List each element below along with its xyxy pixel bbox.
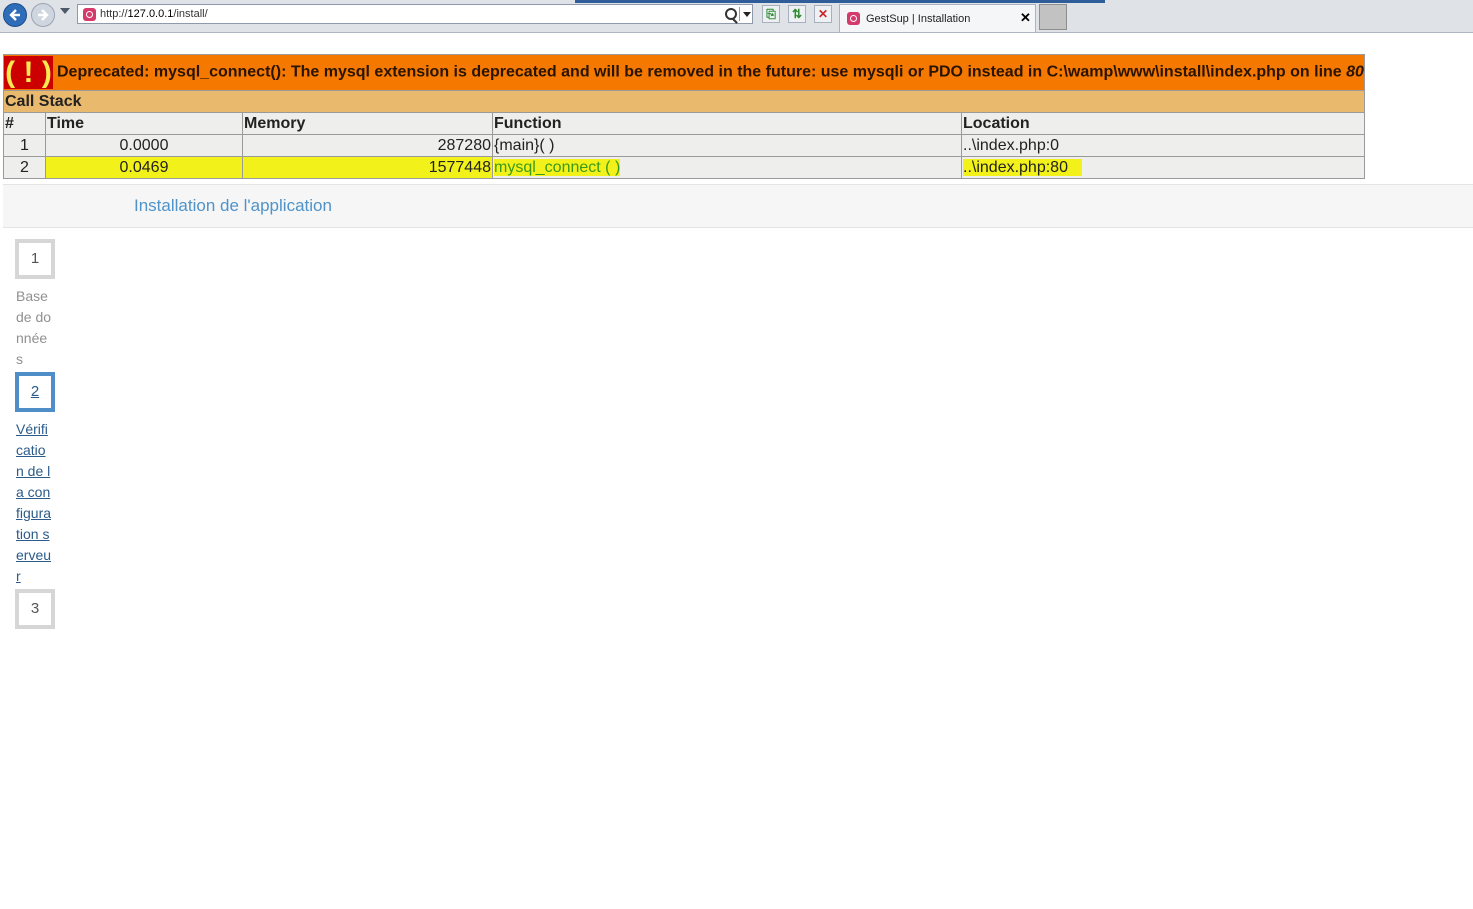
error-message: Deprecated: mysql_connect(): The mysql e…: [57, 63, 1364, 81]
url-text: http://127.0.0.1/install/: [100, 8, 208, 20]
window-border: [575, 0, 1105, 3]
compatibility-view-icon[interactable]: ⎘: [762, 5, 780, 23]
location-path: ..\index.php:80: [963, 158, 1082, 176]
function-name: mysql_connect ( ): [494, 158, 621, 176]
forward-arrow-icon: [38, 9, 49, 21]
row-location: ..\index.php:80: [961, 156, 1365, 179]
column-header-function: Function: [492, 112, 962, 135]
back-button[interactable]: [3, 3, 27, 27]
row-location: ..\index.php:0: [961, 134, 1365, 157]
call-stack-heading-row: Call Stack: [3, 90, 1365, 113]
column-header-time: Time: [45, 112, 243, 135]
tab-title: GestSup | Installation: [866, 13, 971, 25]
error-icon: ( ! ): [4, 56, 53, 89]
xdebug-error-table: ( ! ) Deprecated: mysql_connect(): The my…: [3, 54, 1365, 179]
column-header-location: Location: [961, 112, 1365, 135]
step-3-number: 3: [15, 589, 55, 629]
column-header-number: #: [3, 112, 46, 135]
call-stack-heading: Call Stack: [3, 90, 1365, 113]
site-favicon-icon: [83, 8, 96, 21]
address-bar[interactable]: http://127.0.0.1/install/: [77, 4, 753, 24]
back-arrow-icon: [9, 9, 20, 21]
refresh-icon[interactable]: ⇅: [788, 5, 806, 23]
row-memory: 1577448: [242, 156, 493, 179]
page-title: Installation de l'application: [134, 196, 332, 215]
row-time: 0.0000: [45, 134, 243, 157]
tab-favicon-icon: [847, 12, 860, 25]
step-2-label[interactable]: Vérification de la configuration serveur: [15, 415, 55, 589]
column-header-memory: Memory: [242, 112, 493, 135]
step-2-number[interactable]: 2: [15, 372, 55, 412]
row-memory: 287280: [242, 134, 493, 157]
step-1-label: Base de données: [16, 288, 52, 367]
call-stack-header-row: # Time Memory Function Location: [3, 112, 1365, 135]
history-dropdown-icon[interactable]: [60, 8, 70, 14]
row-time: 0.0469: [45, 156, 243, 179]
stop-icon[interactable]: ✕: [814, 5, 832, 23]
row-function: {main}( ): [492, 134, 962, 157]
search-icon[interactable]: [725, 8, 737, 20]
address-dropdown-icon[interactable]: [739, 7, 753, 21]
row-number: 1: [3, 134, 46, 157]
step-1-number: 1: [15, 239, 55, 279]
forward-button[interactable]: [31, 3, 55, 27]
page-header: Installation de l'application: [3, 184, 1473, 228]
row-number: 2: [3, 156, 46, 179]
new-tab-button[interactable]: [1039, 4, 1067, 30]
install-steps: 1 Base de données 2 Vérification de la c…: [15, 239, 55, 629]
table-row: 1 0.0000 287280 {main}( ) ..\index.php:0: [3, 134, 1365, 157]
row-function: mysql_connect ( ): [492, 156, 962, 179]
error-message-row: ( ! ) Deprecated: mysql_connect(): The my…: [3, 54, 1365, 91]
browser-tab[interactable]: GestSup | Installation ✕: [839, 4, 1036, 32]
browser-toolbar: http://127.0.0.1/install/ ⎘ ⇅ ✕ GestSup …: [0, 0, 1473, 33]
table-row: 2 0.0469 1577448 mysql_connect ( ) ..\in…: [3, 156, 1365, 179]
step-2-link[interactable]: 2: [31, 383, 39, 400]
tab-close-icon[interactable]: ✕: [1020, 10, 1031, 26]
